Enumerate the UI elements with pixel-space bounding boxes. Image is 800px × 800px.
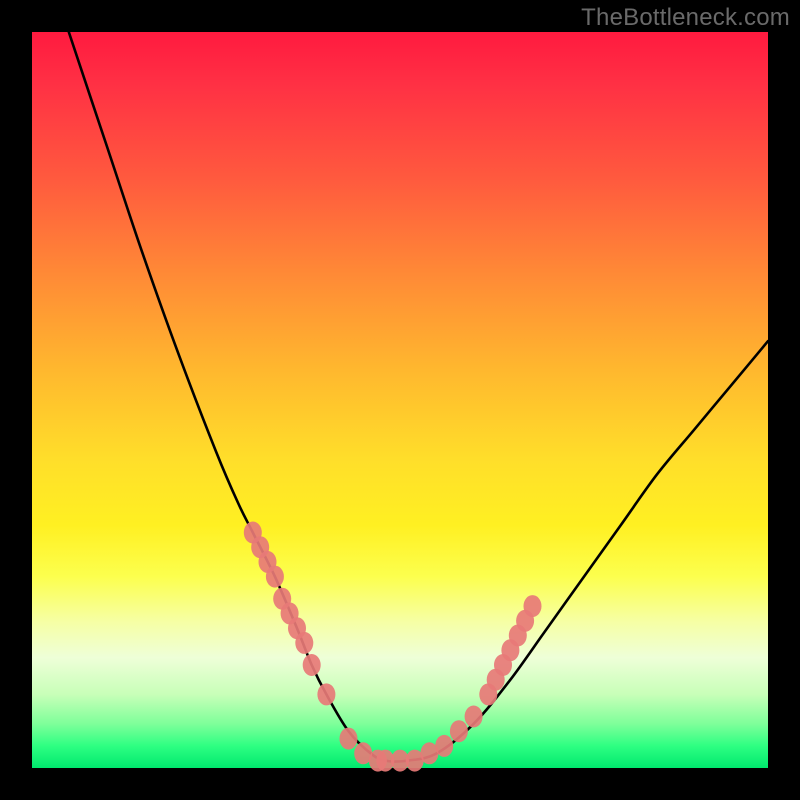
data-marker xyxy=(266,566,284,588)
data-marker xyxy=(317,683,335,705)
data-marker xyxy=(340,728,358,750)
data-marker xyxy=(295,632,313,654)
data-marker xyxy=(524,595,542,617)
chart-plot-area xyxy=(32,32,768,768)
bottleneck-curve-line xyxy=(69,32,768,762)
data-marker xyxy=(303,654,321,676)
chart-svg xyxy=(32,32,768,768)
marker-cluster-bottom xyxy=(340,728,454,772)
data-marker xyxy=(465,706,483,728)
chart-stage: TheBottleneck.com xyxy=(0,0,800,800)
data-marker xyxy=(450,720,468,742)
marker-cluster-right xyxy=(450,595,542,742)
watermark-text: TheBottleneck.com xyxy=(581,4,790,32)
data-marker xyxy=(435,735,453,757)
curve-group xyxy=(69,32,768,762)
marker-cluster-left xyxy=(244,522,336,706)
